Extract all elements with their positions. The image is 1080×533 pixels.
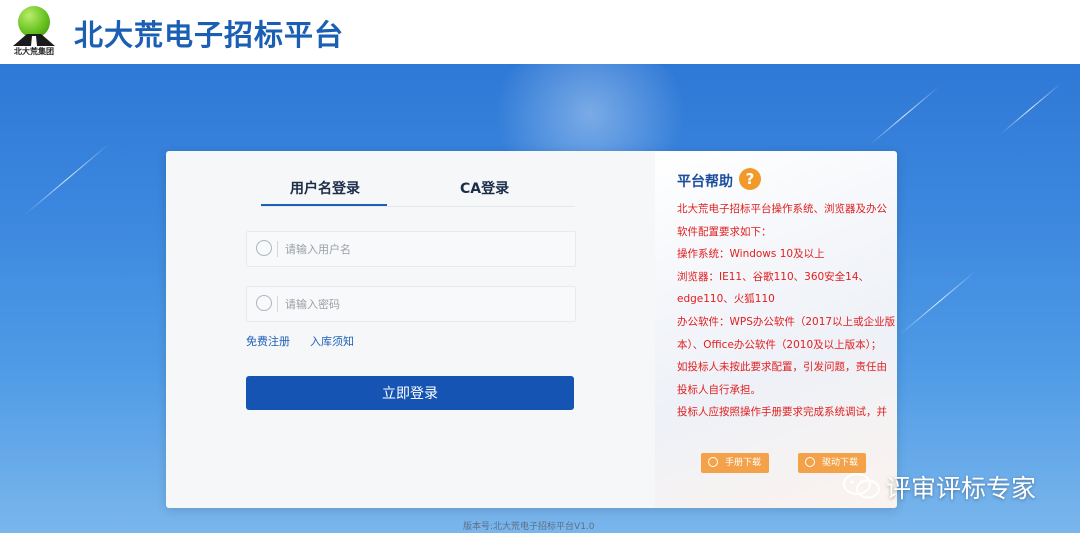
watermark-text: 评审评标专家	[886, 474, 1037, 503]
help-line: 操作系统：Windows 10及以上	[677, 248, 825, 261]
beidahuang-logo[interactable]: 北大荒集团	[9, 6, 59, 58]
help-line: 本）、Office办公软件（2010及以上版本）；	[677, 338, 882, 351]
help-line: 投标人自行承担。	[677, 383, 761, 396]
login-card: 用户名登录 CA登录 免费注册 入库须知 立即登录 平台帮助 ? 北大荒电子招标…	[166, 151, 897, 508]
light-streak	[999, 82, 1062, 135]
header: 北大荒集团 北大荒电子招标平台	[0, 0, 1080, 64]
tab-username-login[interactable]: 用户名登录	[290, 178, 360, 198]
logo-road-icon	[13, 34, 55, 46]
site-title: 北大荒电子招标平台	[74, 18, 345, 52]
help-text: 北大荒电子招标平台操作系统、浏览器及办公 软件配置要求如下： 操作系统：Wind…	[677, 198, 896, 424]
download-icon	[805, 457, 815, 467]
download-icon	[708, 457, 718, 467]
help-line: 投标人应按照操作手册要求完成系统调试，并	[677, 406, 887, 419]
help-line: 办公软件：WPS办公软件（2017以上或企业版	[677, 315, 896, 328]
tab-divider	[261, 206, 575, 207]
help-title: 平台帮助	[677, 174, 733, 190]
question-icon: ?	[739, 168, 761, 190]
version-text: 版本号:北大荒电子招标平台V1.0	[463, 522, 595, 532]
driver-download-label: 驱动下载	[822, 458, 859, 468]
password-input[interactable]	[285, 287, 565, 321]
active-tab-indicator	[261, 204, 387, 206]
notice-link[interactable]: 入库须知	[310, 333, 354, 349]
help-line: 如投标人未按此要求配置，引发问题，责任由	[677, 361, 887, 374]
tab-ca-login[interactable]: CA登录	[460, 178, 509, 198]
username-field[interactable]	[246, 231, 576, 267]
light-streak	[869, 86, 940, 145]
user-icon	[256, 240, 272, 256]
login-button[interactable]: 立即登录	[246, 376, 574, 410]
password-field[interactable]	[246, 286, 576, 322]
driver-download-button[interactable]: 驱动下载	[798, 453, 867, 473]
light-streak	[24, 143, 110, 215]
lock-icon	[256, 295, 272, 311]
help-panel: 平台帮助 ? 北大荒电子招标平台操作系统、浏览器及办公 软件配置要求如下： 操作…	[655, 151, 897, 508]
manual-download-button[interactable]: 手册下载	[701, 453, 770, 473]
field-separator	[277, 241, 278, 257]
help-line: 北大荒电子招标平台操作系统、浏览器及办公	[677, 203, 887, 215]
help-line: edge110、火狐110	[677, 293, 775, 306]
help-line: 软件配置要求如下：	[677, 225, 772, 238]
username-input[interactable]	[285, 232, 565, 266]
light-streak	[899, 269, 977, 335]
register-link[interactable]: 免费注册	[246, 333, 290, 349]
manual-download-label: 手册下载	[725, 458, 762, 468]
help-line: 浏览器：IE11、谷歌110、360安全14、	[677, 270, 870, 283]
wechat-icon	[843, 473, 880, 499]
login-panel: 用户名登录 CA登录 免费注册 入库须知 立即登录	[166, 151, 655, 508]
logo-text: 北大荒集团	[14, 47, 54, 56]
field-separator	[277, 296, 278, 312]
